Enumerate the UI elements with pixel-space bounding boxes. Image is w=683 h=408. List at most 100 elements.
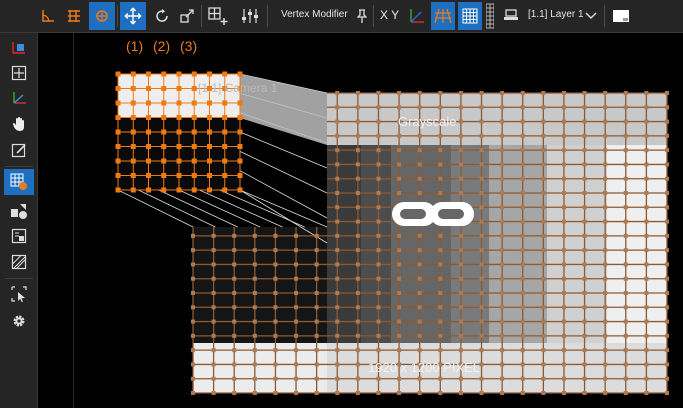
control-point	[146, 115, 151, 120]
mesh-vertex	[273, 376, 278, 381]
scale-tool-icon[interactable]	[176, 2, 198, 30]
grid-tool-icon[interactable]	[62, 2, 86, 30]
pin-icon[interactable]	[354, 2, 370, 30]
mesh-vertex	[191, 333, 195, 338]
mesh-vertex	[479, 105, 484, 110]
mesh-vertex	[376, 105, 381, 110]
mesh-vertex	[376, 348, 381, 353]
mesh-vertex	[397, 105, 402, 110]
mesh-vertex	[191, 362, 195, 367]
mesh-vertex	[335, 291, 340, 295]
mesh-vertex	[417, 148, 422, 153]
mesh-tool-icon[interactable]	[89, 2, 115, 30]
control-point	[130, 158, 136, 164]
mesh-vertex	[458, 276, 463, 281]
angle-tool-icon[interactable]	[38, 2, 58, 30]
output-display-icon[interactable]	[609, 2, 633, 30]
mesh-vertex	[458, 233, 463, 238]
move-tool-icon[interactable]	[120, 2, 146, 30]
control-point	[207, 144, 212, 149]
hand-pan-icon[interactable]	[4, 111, 34, 137]
move-points-icon[interactable]	[4, 60, 34, 86]
mesh-vertex	[479, 291, 484, 295]
shapes-icon[interactable]	[4, 198, 34, 224]
viewport-canvas[interactable]	[38, 33, 683, 408]
mesh-vertex	[561, 191, 566, 195]
mesh-vertex	[335, 176, 340, 181]
gear-icon[interactable]	[4, 308, 34, 334]
mesh-vertex	[335, 376, 340, 381]
mesh-vertex	[417, 248, 422, 253]
mesh-vertex	[479, 376, 484, 381]
mesh-vertex	[397, 333, 402, 338]
xy-axes-label[interactable]: X Y	[380, 8, 399, 22]
mesh-vertex	[561, 319, 566, 324]
mesh-vertex	[603, 348, 608, 353]
grid-view-icon[interactable]	[458, 2, 482, 30]
mesh-vertex	[273, 305, 278, 310]
perspective-layer-icon[interactable]	[4, 35, 34, 61]
control-point	[115, 144, 121, 149]
adjust-sliders-icon[interactable]	[238, 2, 262, 30]
mesh-vertex	[355, 362, 360, 367]
mesh-vertex	[665, 176, 669, 181]
mesh-vertex	[623, 148, 628, 153]
mesh-vertex	[603, 291, 608, 295]
projector-icon[interactable]	[500, 2, 522, 30]
mesh-vertex	[191, 291, 195, 295]
chevron-down-icon[interactable]	[583, 2, 599, 30]
rotate-tool-icon[interactable]	[150, 2, 174, 30]
mesh-vertex	[603, 162, 608, 167]
perspective-grid-icon[interactable]	[431, 2, 455, 30]
mesh-vertex	[479, 233, 484, 238]
mesh-vertex	[438, 319, 443, 324]
mesh-vertex	[314, 376, 319, 381]
mesh-vertex	[520, 305, 525, 310]
axis-gizmo-icon[interactable]	[406, 2, 428, 30]
mesh-vertex	[623, 276, 628, 281]
mesh-vertex	[335, 119, 340, 124]
select-cursor-icon[interactable]	[4, 281, 34, 307]
mesh-vertex	[603, 305, 608, 310]
mesh-warp-icon[interactable]	[4, 169, 34, 195]
mesh-vertex	[561, 176, 566, 181]
mesh-vertex	[355, 276, 360, 281]
control-point	[130, 144, 136, 149]
mesh-vertex	[520, 248, 525, 253]
mesh-vertex	[500, 205, 505, 210]
mesh-vertex	[273, 233, 278, 238]
connector-line	[239, 170, 328, 219]
texture-icon[interactable]	[4, 249, 34, 275]
mesh-vertex	[500, 219, 505, 224]
connector-line	[158, 189, 238, 228]
mesh-vertex	[644, 362, 649, 367]
image-layer-icon[interactable]	[4, 223, 34, 249]
tab-2[interactable]: (2)	[153, 38, 170, 54]
mesh-vertex	[397, 276, 402, 281]
mesh-vertex	[273, 391, 278, 395]
mesh-vertex	[252, 233, 257, 238]
axis-layer-icon[interactable]	[4, 85, 34, 111]
mesh-vertex	[500, 333, 505, 338]
gray-strip-4	[451, 145, 489, 343]
control-point	[146, 129, 151, 135]
mesh-vertex	[294, 291, 299, 295]
edit-icon[interactable]	[4, 137, 34, 163]
control-point	[207, 129, 212, 135]
mesh-vertex	[273, 319, 278, 324]
mesh-vertex	[458, 348, 463, 353]
top-toolbar: Vertex Modifier X Y [1.1] Layer 1	[0, 0, 683, 33]
mesh-vertex	[644, 333, 649, 338]
grid-density-icon[interactable]	[485, 2, 495, 30]
add-grid-icon[interactable]	[205, 2, 231, 30]
layer-selector[interactable]: [1.1] Layer 1	[528, 9, 584, 20]
control-point	[130, 71, 136, 77]
mesh-vertex	[623, 233, 628, 238]
mesh-vertex	[582, 176, 587, 181]
tab-1[interactable]: (1)	[126, 38, 143, 54]
tab-3[interactable]: (3)	[180, 38, 197, 54]
mesh-vertex	[417, 133, 422, 138]
mesh-vertex	[479, 248, 484, 253]
mesh-vertex	[623, 191, 628, 195]
control-point	[130, 187, 136, 193]
